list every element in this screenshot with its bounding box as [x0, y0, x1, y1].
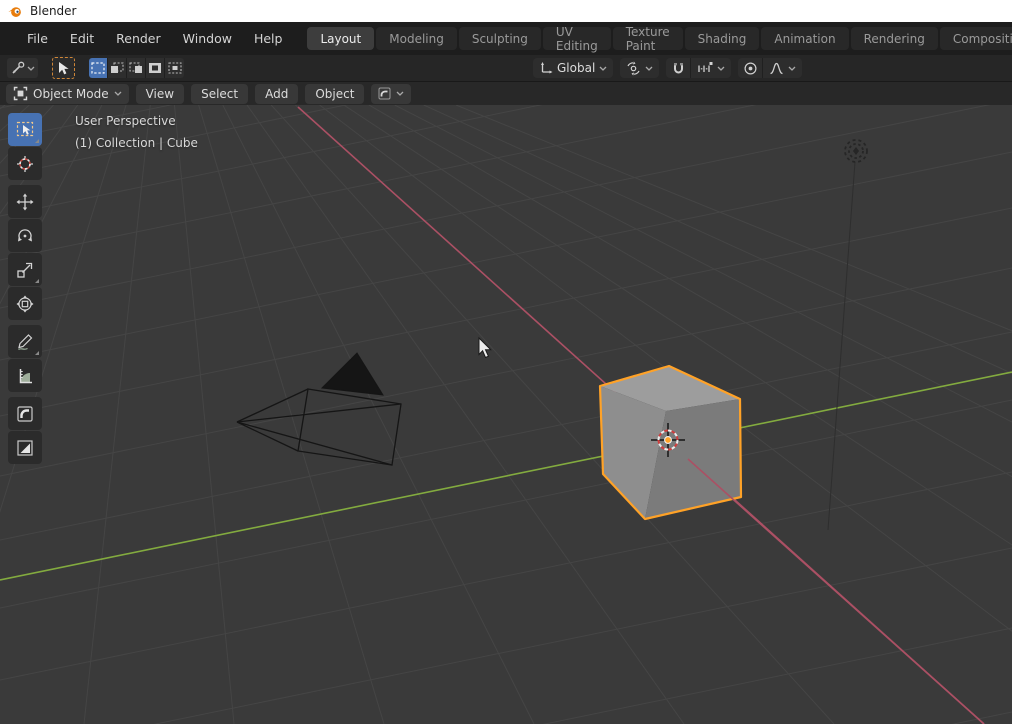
axis-y-line	[0, 371, 1012, 581]
window-titlebar[interactable]: Blender	[0, 0, 1012, 22]
tab-uv-editing[interactable]: UV Editing	[542, 25, 611, 53]
mouse-cursor	[478, 336, 492, 359]
tool-measure-button[interactable]	[8, 359, 42, 392]
viewport-header: Object Mode View Select Add Object	[0, 81, 1012, 105]
tab-texture-paint[interactable]: Texture Paint	[612, 25, 683, 53]
object-mode-icon	[13, 86, 28, 101]
chevron-down-icon	[27, 66, 35, 71]
menu-view[interactable]: View	[135, 83, 185, 104]
tool-corner-arc-button[interactable]	[8, 397, 42, 430]
pivot-point-icon	[627, 61, 640, 75]
proportional-falloff-dropdown[interactable]	[762, 58, 803, 78]
proportional-editing-toggle[interactable]	[738, 58, 763, 78]
camera-object[interactable]	[236, 352, 402, 466]
snap-increment-icon	[698, 62, 713, 72]
chevron-down-icon	[717, 66, 725, 71]
menu-render[interactable]: Render	[105, 27, 172, 50]
select-mode-set-button[interactable]	[89, 58, 108, 78]
select-set-icon	[91, 62, 105, 74]
axis-x-front-segment	[687, 458, 985, 724]
chevron-down-icon	[396, 91, 404, 96]
viewport-toolbar	[8, 113, 42, 465]
chevron-down-icon	[599, 66, 607, 71]
blender-logo-icon	[8, 6, 21, 17]
tool-transform-button[interactable]	[8, 287, 42, 320]
select-subtract-icon	[129, 62, 142, 73]
rotate-icon	[18, 228, 32, 241]
tab-sculpting[interactable]: Sculpting	[458, 27, 541, 50]
snap-target-dropdown[interactable]	[690, 58, 732, 78]
select-mode-subtract-button[interactable]	[127, 58, 146, 78]
tab-shading[interactable]: Shading	[684, 27, 760, 50]
scale-icon	[17, 262, 33, 278]
menu-object[interactable]: Object	[305, 83, 365, 104]
viewport-3d[interactable]: User Perspective (1) Collection | Cube	[0, 105, 1012, 724]
select-intersect-icon	[167, 62, 182, 74]
transform-icon	[16, 295, 34, 312]
active-tool-editor-selector[interactable]	[7, 58, 38, 78]
cursor-3d-icon	[17, 155, 33, 172]
tab-modeling[interactable]: Modeling	[376, 27, 457, 50]
menu-help[interactable]: Help	[243, 27, 294, 50]
menu-select[interactable]: Select	[191, 83, 249, 104]
menu-file[interactable]: File	[16, 27, 59, 50]
select-invert-icon	[149, 63, 161, 73]
snapping-group	[666, 58, 732, 78]
tool-select-box-button[interactable]	[8, 113, 42, 146]
select-mode-extend-button[interactable]	[108, 58, 127, 78]
select-box-icon	[16, 121, 34, 137]
magnet-icon	[673, 62, 683, 73]
transform-orientation-dropdown[interactable]: Global	[533, 58, 614, 78]
annotate-pencil-icon	[18, 333, 33, 350]
tool-cursor-button[interactable]	[8, 147, 42, 180]
tab-layout[interactable]: Layout	[307, 27, 375, 50]
tab-animation[interactable]: Animation	[761, 27, 849, 50]
select-mode-intersect-button[interactable]	[165, 58, 184, 78]
select-mode-invert-button[interactable]	[146, 58, 165, 78]
mode-dropdown[interactable]: Object Mode	[6, 83, 129, 104]
menu-add[interactable]: Add	[255, 83, 299, 104]
proportional-dot-icon	[744, 61, 757, 75]
tab-rendering[interactable]: Rendering	[850, 27, 938, 50]
chevron-down-icon	[114, 91, 122, 96]
falloff-curve-icon	[770, 62, 783, 74]
snap-toggle-button[interactable]	[666, 58, 691, 78]
measure-icon	[19, 368, 32, 383]
light-object[interactable]	[827, 139, 868, 531]
tool-annotate-button[interactable]	[8, 325, 42, 358]
chevron-down-icon	[645, 66, 653, 71]
floor-grid	[0, 105, 1012, 724]
workspace-tabs: Layout Modeling Sculpting UV Editing Tex…	[307, 25, 1012, 53]
fill-triangle-icon	[17, 439, 33, 456]
menubar: File Edit Render Window Help Layout Mode…	[0, 22, 1012, 55]
select-mode-group	[89, 58, 184, 78]
mode-label: Object Mode	[33, 86, 109, 101]
menu-window[interactable]: Window	[172, 27, 243, 50]
object-origin-dot	[664, 436, 672, 444]
tool-rotate-button[interactable]	[8, 219, 42, 252]
tool-scale-button[interactable]	[8, 253, 42, 286]
window-title: Blender	[30, 4, 77, 18]
tool-move-button[interactable]	[8, 185, 42, 218]
move-icon	[16, 193, 34, 210]
active-tool-button[interactable]	[52, 57, 75, 79]
menu-edit[interactable]: Edit	[59, 27, 105, 50]
orientation-label: Global	[557, 61, 596, 75]
curve-widget-icon	[378, 87, 391, 100]
proportional-editing-group	[738, 58, 803, 78]
chevron-down-icon	[788, 66, 796, 71]
tool-settings-bar: Global	[0, 55, 1012, 81]
pivot-point-dropdown[interactable]	[620, 58, 660, 78]
corner-arc-icon	[17, 405, 33, 422]
active-tool-editor-icon	[12, 61, 25, 74]
cursor-arrow-icon	[59, 61, 69, 74]
select-extend-icon	[111, 62, 124, 73]
transform-settings-group: Global	[533, 58, 803, 78]
gizmo-arc-dropdown[interactable]	[371, 83, 412, 104]
orientation-axes-icon	[541, 62, 553, 74]
tab-compositing[interactable]: Compositing	[939, 27, 1012, 50]
tool-fill-triangle-button[interactable]	[8, 431, 42, 464]
viewport-scene[interactable]	[0, 105, 1012, 724]
